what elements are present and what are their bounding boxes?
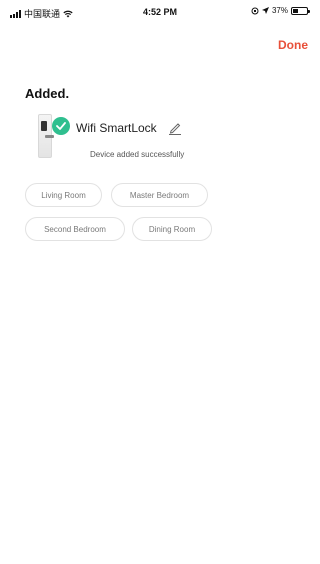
battery-icon: [291, 6, 310, 15]
orientation-lock-icon: [251, 7, 259, 14]
device-status: Device added successfully: [90, 150, 185, 159]
battery-percent: 37%: [271, 6, 288, 15]
room-chip-dining-room[interactable]: Dining Room: [132, 217, 212, 241]
room-chip-master-bedroom[interactable]: Master Bedroom: [111, 183, 208, 207]
room-chip-living-room[interactable]: Living Room: [25, 183, 102, 207]
page-title: Added.: [25, 86, 70, 101]
location-icon: [261, 7, 269, 14]
status-bar: 中国联通 4:52 PM 37%: [0, 0, 320, 22]
room-chip-second-bedroom[interactable]: Second Bedroom: [25, 217, 125, 241]
device-row: Wifi SmartLock Device added successfully: [36, 114, 296, 164]
screen: 中国联通 4:52 PM 37% Done Added. Wifi SmartL…: [0, 0, 320, 564]
check-icon: [52, 117, 70, 135]
smart-lock-image: [38, 114, 54, 158]
status-right: 37%: [251, 6, 310, 15]
device-name: Wifi SmartLock: [76, 121, 157, 135]
edit-pencil-icon[interactable]: [168, 121, 182, 135]
done-button[interactable]: Done: [278, 38, 308, 52]
